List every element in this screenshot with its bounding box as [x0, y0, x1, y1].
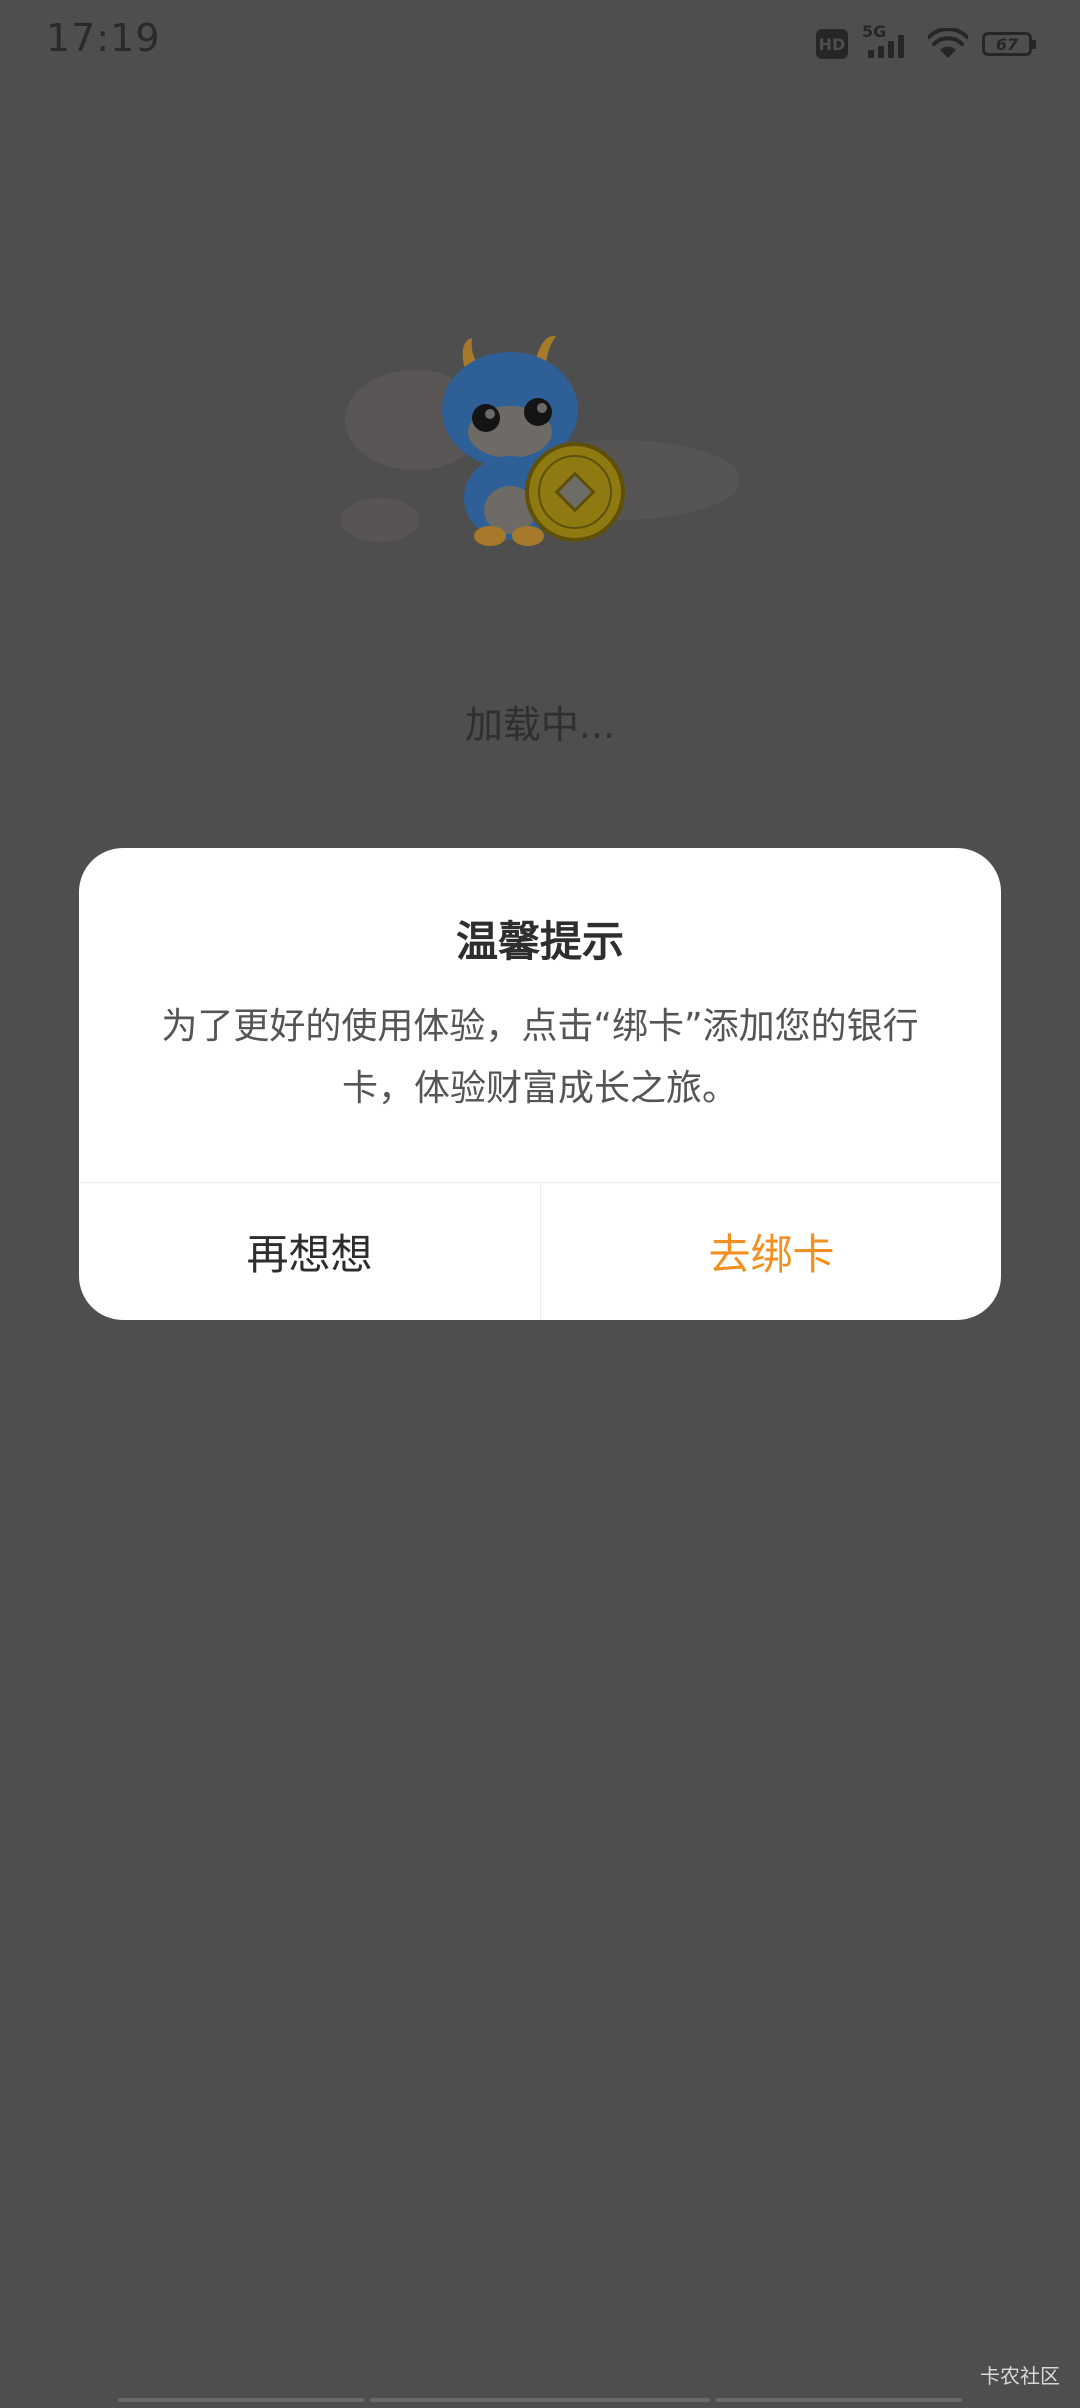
hd-icon: HD	[816, 29, 848, 59]
bind-card-button[interactable]: 去绑卡	[541, 1183, 1001, 1320]
wifi-icon	[928, 28, 968, 58]
watermark: 卡农社区	[980, 2364, 1060, 2388]
nav-bar-segment	[118, 2398, 364, 2402]
dialog-message: 为了更好的使用体验，点击“绑卡”添加您的银行卡，体验财富成长之旅。	[161, 1006, 919, 1109]
think-again-button[interactable]: 再想想	[79, 1183, 540, 1320]
signal-5g-icon: 5G	[862, 22, 914, 62]
status-time: 17:19	[46, 16, 161, 60]
dragon-mascot-icon	[340, 335, 740, 546]
status-icons: HD 5G 67	[816, 22, 1036, 64]
nav-bar-segment	[716, 2398, 962, 2402]
status-bar: 17:19 HD 5G 67	[0, 0, 1080, 84]
dialog-title: 温馨提示	[455, 917, 624, 966]
battery-level: 67	[995, 34, 1019, 54]
signal-bars-icon	[868, 35, 904, 58]
bind-card-dialog: 温馨提示 为了更好的使用体验，点击“绑卡”添加您的银行卡，体验财富成长之旅。 再…	[79, 848, 1001, 1320]
loading-text: 加载中...	[464, 703, 616, 747]
nav-bar-segment	[370, 2398, 710, 2402]
battery-icon: 67	[982, 32, 1036, 56]
